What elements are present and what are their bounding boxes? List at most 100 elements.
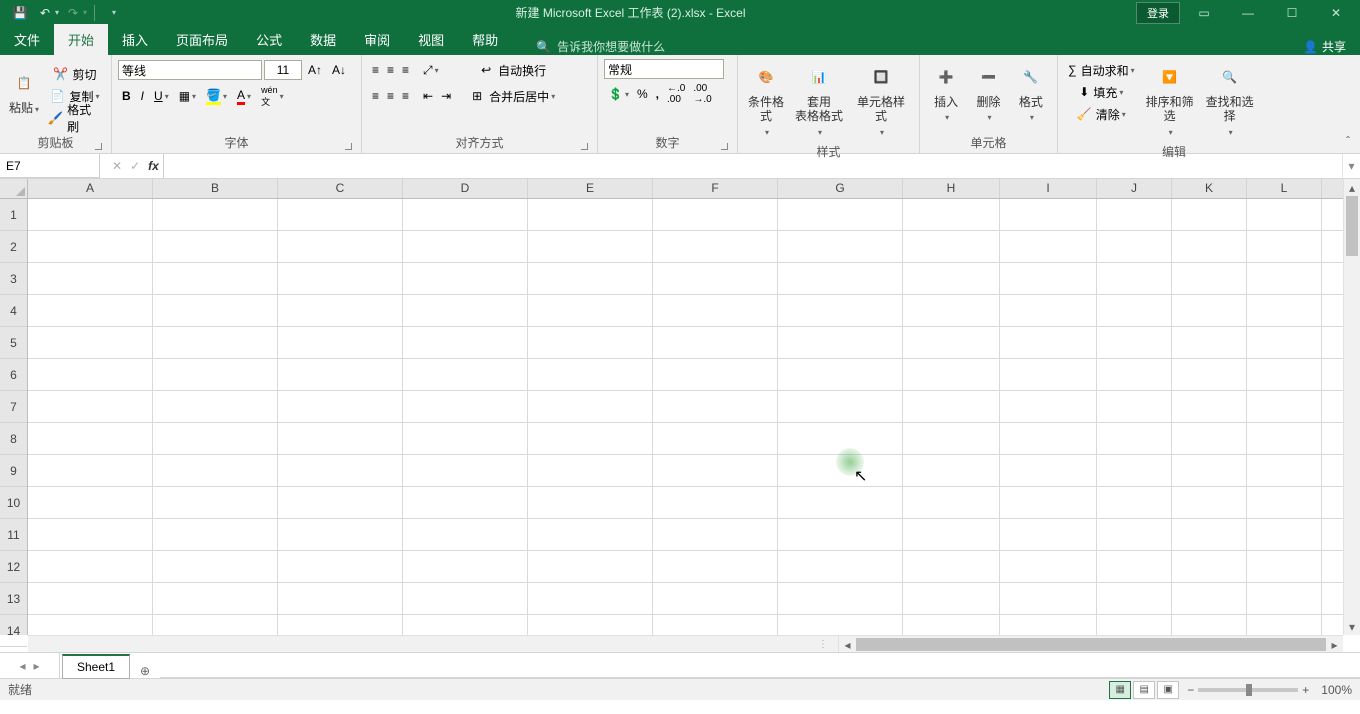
- number-format-combo[interactable]: [604, 59, 724, 79]
- align-left-button[interactable]: ≡: [368, 85, 383, 107]
- hscroll-split[interactable]: ⋮: [28, 636, 838, 652]
- increase-font-button[interactable]: A↑: [304, 59, 326, 81]
- increase-indent-button[interactable]: ⇥: [437, 85, 455, 107]
- font-launcher[interactable]: [341, 139, 353, 151]
- row-header-9[interactable]: 9: [0, 455, 27, 487]
- col-header-F[interactable]: F: [653, 179, 778, 198]
- font-color-button[interactable]: A▾: [233, 85, 255, 107]
- italic-button[interactable]: I: [137, 85, 148, 107]
- qat-customize[interactable]: ▾: [101, 1, 125, 25]
- row-header-13[interactable]: 13: [0, 583, 27, 615]
- align-right-button[interactable]: ≡: [398, 85, 413, 107]
- table-format-button[interactable]: 📊 套用 表格格式▾: [790, 59, 848, 140]
- row-header-2[interactable]: 2: [0, 231, 27, 263]
- hscroll-thumb[interactable]: [856, 638, 1326, 651]
- vertical-scrollbar[interactable]: ▴ ▾: [1343, 179, 1360, 635]
- tab-review[interactable]: 审阅: [350, 24, 404, 55]
- col-header-J[interactable]: J: [1097, 179, 1172, 198]
- col-header-C[interactable]: C: [278, 179, 403, 198]
- tab-data[interactable]: 数据: [296, 24, 350, 55]
- col-header-E[interactable]: E: [528, 179, 653, 198]
- col-header-D[interactable]: D: [403, 179, 528, 198]
- enter-formula-button[interactable]: ✓: [130, 159, 140, 173]
- increase-decimal-button[interactable]: ←.0.00: [663, 83, 689, 105]
- tab-formulas[interactable]: 公式: [242, 24, 296, 55]
- collapse-ribbon-button[interactable]: ˆ: [1340, 133, 1356, 149]
- decrease-decimal-button[interactable]: .00→.0: [689, 83, 715, 105]
- tell-me[interactable]: 🔍 告诉我你想要做什么: [536, 38, 665, 55]
- merge-center-button[interactable]: ⊞合并后居中▾: [465, 85, 559, 107]
- cancel-formula-button[interactable]: ✕: [112, 159, 122, 173]
- zoom-slider[interactable]: [1198, 688, 1298, 692]
- row-header-10[interactable]: 10: [0, 487, 27, 519]
- autosum-button[interactable]: ∑自动求和▾: [1064, 59, 1139, 81]
- bold-button[interactable]: B: [118, 85, 135, 107]
- font-name-combo[interactable]: [118, 60, 262, 80]
- vscroll-thumb[interactable]: [1346, 196, 1358, 256]
- row-header-3[interactable]: 3: [0, 263, 27, 295]
- row-header-6[interactable]: 6: [0, 359, 27, 391]
- tab-page-layout[interactable]: 页面布局: [162, 24, 242, 55]
- format-cells-button[interactable]: 🔧格式▾: [1011, 59, 1051, 126]
- scroll-right-button[interactable]: ▸: [1326, 636, 1343, 653]
- clipboard-launcher[interactable]: [91, 139, 103, 151]
- col-header-I[interactable]: I: [1000, 179, 1097, 198]
- fx-button[interactable]: fx: [148, 159, 159, 173]
- zoom-in-button[interactable]: +: [1302, 683, 1309, 697]
- align-center-button[interactable]: ≡: [383, 85, 398, 107]
- sheet-nav[interactable]: ◂▸: [0, 653, 60, 678]
- ribbon-display-options[interactable]: ▭: [1184, 1, 1224, 25]
- select-all-corner[interactable]: [0, 179, 28, 199]
- wrap-text-button[interactable]: ↩自动换行: [465, 59, 559, 81]
- find-select-button[interactable]: 🔍查找和选择▾: [1201, 59, 1259, 140]
- maximize-button[interactable]: ☐: [1272, 1, 1312, 25]
- redo-button[interactable]: ↷▾: [64, 1, 88, 25]
- row-header-14[interactable]: 14: [0, 615, 27, 647]
- tab-view[interactable]: 视图: [404, 24, 458, 55]
- delete-cells-button[interactable]: ➖删除▾: [968, 59, 1008, 126]
- sheet-tab-1[interactable]: Sheet1: [62, 654, 130, 679]
- zoom-thumb[interactable]: [1246, 684, 1252, 696]
- row-header-7[interactable]: 7: [0, 391, 27, 423]
- comma-button[interactable]: ,: [652, 83, 663, 105]
- decrease-indent-button[interactable]: ⇤: [419, 85, 437, 107]
- accounting-format-button[interactable]: 💲▾: [604, 83, 633, 105]
- scroll-up-button[interactable]: ▴: [1344, 179, 1360, 196]
- fill-color-button[interactable]: 🪣▾: [202, 85, 231, 107]
- number-launcher[interactable]: [717, 139, 729, 151]
- tab-home[interactable]: 开始: [54, 24, 108, 55]
- share-button[interactable]: 👤 共享: [1289, 38, 1360, 55]
- col-header-K[interactable]: K: [1172, 179, 1247, 198]
- expand-formula-bar[interactable]: ▾: [1342, 154, 1360, 178]
- conditional-format-button[interactable]: 🎨 条件格式▾: [744, 59, 788, 140]
- insert-cells-button[interactable]: ➕插入▾: [926, 59, 966, 126]
- col-header-L[interactable]: L: [1247, 179, 1322, 198]
- col-header-G[interactable]: G: [778, 179, 903, 198]
- align-middle-button[interactable]: ≡: [383, 59, 398, 81]
- zoom-out-button[interactable]: −: [1187, 683, 1194, 697]
- undo-button[interactable]: ↶▾: [36, 1, 60, 25]
- clear-button[interactable]: 🧹清除▾: [1064, 103, 1139, 125]
- row-header-1[interactable]: 1: [0, 199, 27, 231]
- name-box[interactable]: ▾: [0, 154, 100, 178]
- sort-filter-button[interactable]: 🔽排序和筛选▾: [1141, 59, 1199, 140]
- row-header-12[interactable]: 12: [0, 551, 27, 583]
- col-header-H[interactable]: H: [903, 179, 1000, 198]
- row-header-5[interactable]: 5: [0, 327, 27, 359]
- new-sheet-button[interactable]: ⊕: [130, 664, 160, 678]
- close-button[interactable]: ✕: [1316, 1, 1356, 25]
- save-button[interactable]: 💾: [8, 1, 32, 25]
- alignment-launcher[interactable]: [577, 139, 589, 151]
- row-header-8[interactable]: 8: [0, 423, 27, 455]
- scroll-down-button[interactable]: ▾: [1344, 618, 1360, 635]
- scroll-left-button[interactable]: ◂: [839, 636, 856, 653]
- paste-button[interactable]: 📋 粘贴▾: [6, 65, 42, 117]
- tab-file[interactable]: 文件: [0, 24, 54, 55]
- cell-styles-button[interactable]: 🔲 单元格样式▾: [850, 59, 912, 140]
- tab-help[interactable]: 帮助: [458, 24, 512, 55]
- align-bottom-button[interactable]: ≡: [398, 59, 413, 81]
- zoom-level[interactable]: 100%: [1321, 683, 1352, 697]
- font-size-combo[interactable]: [264, 60, 302, 80]
- fill-button[interactable]: ⬇填充▾: [1064, 81, 1139, 103]
- decrease-font-button[interactable]: A↓: [328, 59, 350, 81]
